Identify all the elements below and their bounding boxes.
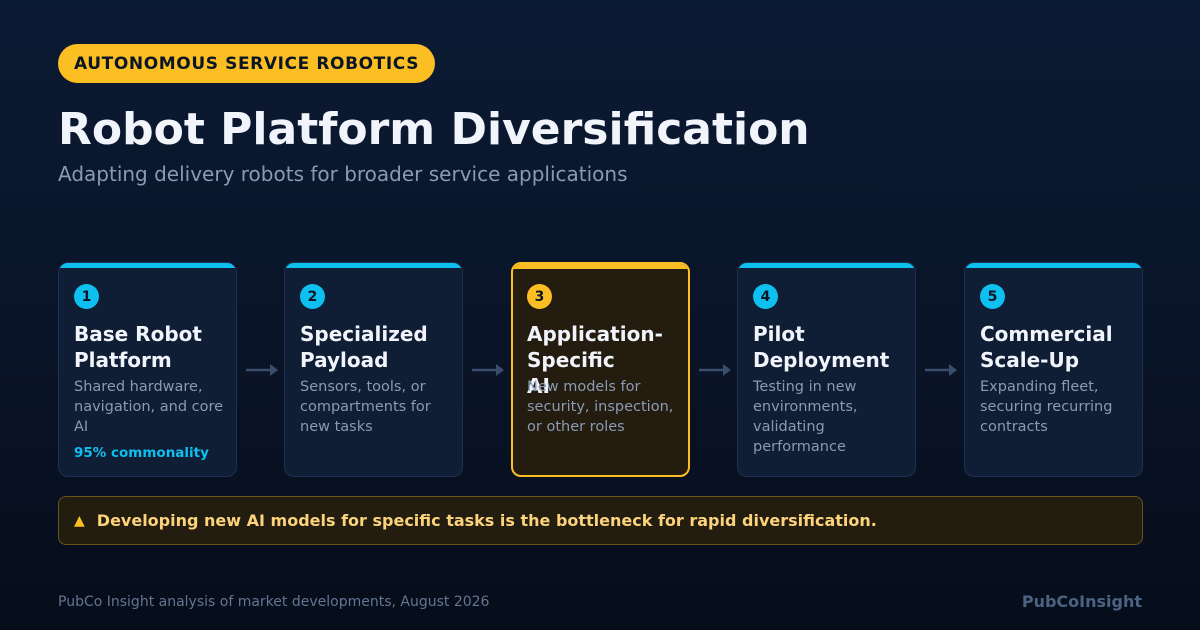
- warning-icon: ▲: [74, 512, 85, 529]
- step-number-badge: 5: [980, 284, 1005, 309]
- step-description: New models for security, inspection, or …: [527, 379, 674, 435]
- step-title: Base Robot Platform: [74, 322, 202, 372]
- brand-logo: PubCoInsight: [1021, 592, 1142, 611]
- step-description: Shared hardware, navigation, and core AI: [74, 379, 224, 435]
- step-note: 95% commonality: [74, 445, 209, 461]
- page-subtitle: Adapting delivery robots for broader ser…: [58, 162, 628, 186]
- step-card-2: 2 Specialized Payload Sensors, tools, or…: [284, 262, 463, 477]
- step-title: Commercial Scale-Up: [980, 322, 1113, 372]
- card-accent-bar: [738, 263, 915, 268]
- arrow-right-icon: [699, 364, 731, 376]
- step-card-4: 4 Pilot Deployment Testing in new enviro…: [737, 262, 916, 477]
- card-accent-bar: [59, 263, 236, 268]
- card-accent-bar: [285, 263, 462, 268]
- step-description: Testing in new environments, validating …: [753, 379, 858, 455]
- step-number-badge: 3: [527, 284, 552, 309]
- step-card-3: 3 Application-Specific AI New models for…: [511, 262, 690, 477]
- source-note: PubCo Insight analysis of market develop…: [58, 594, 490, 610]
- step-card-5: 5 Commercial Scale-Up Expanding fleet, s…: [964, 262, 1143, 477]
- step-number-badge: 1: [74, 284, 99, 309]
- bottleneck-callout: ▲ Developing new AI models for specific …: [58, 496, 1143, 545]
- card-accent-bar: [513, 264, 688, 269]
- card-accent-bar: [965, 263, 1142, 268]
- step-description: Expanding fleet, securing recurring cont…: [980, 379, 1113, 435]
- page-title: Robot Platform Diversification: [58, 104, 810, 155]
- callout-text: Developing new AI models for specific ta…: [96, 511, 877, 530]
- step-description: Sensors, tools, or compartments for new …: [300, 379, 431, 435]
- step-title: Specialized Payload: [300, 322, 428, 372]
- step-number-badge: 4: [753, 284, 778, 309]
- arrow-right-icon: [925, 364, 957, 376]
- arrow-right-icon: [246, 364, 278, 376]
- step-number-badge: 2: [300, 284, 325, 309]
- arrow-right-icon: [472, 364, 504, 376]
- step-card-1: 1 Base Robot Platform Shared hardware, n…: [58, 262, 237, 477]
- step-title: Pilot Deployment: [753, 322, 890, 372]
- category-badge: AUTONOMOUS SERVICE ROBOTICS: [58, 44, 436, 83]
